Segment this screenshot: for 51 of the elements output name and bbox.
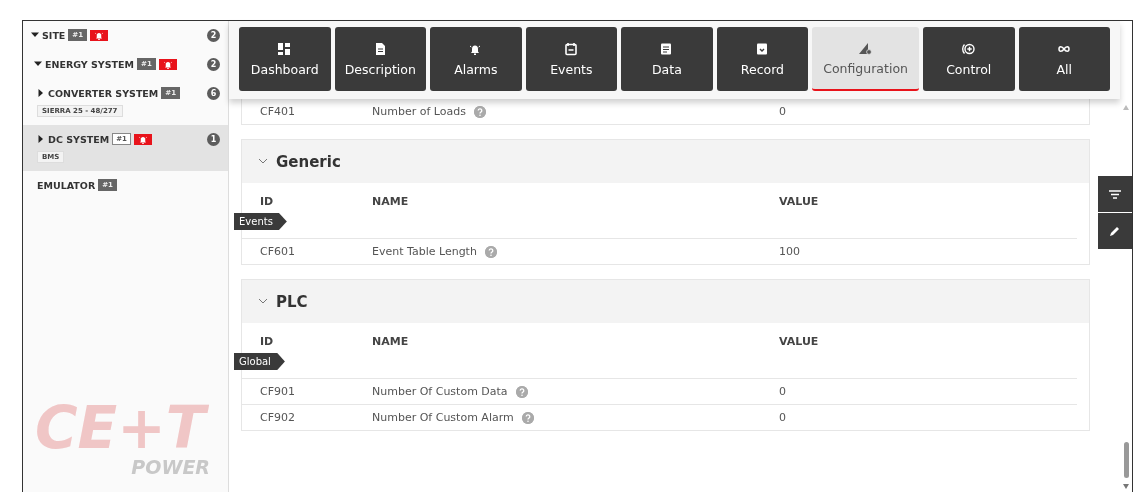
tree-label: EMULATOR bbox=[37, 179, 96, 191]
calendar-icon bbox=[563, 41, 579, 56]
tree-label: CONVERTER SYSTEM bbox=[48, 87, 159, 99]
name-cell: Event Table Length bbox=[372, 245, 477, 258]
group-label: Events bbox=[234, 213, 287, 230]
column-header: VALUE bbox=[779, 195, 820, 210]
name-cell: Number of Loads bbox=[372, 105, 466, 118]
value-cell-text: 100 bbox=[779, 245, 801, 258]
tab[interactable]: Data bbox=[621, 27, 713, 91]
group-label: Global bbox=[234, 353, 285, 370]
value-cell-text: 0 bbox=[779, 411, 787, 424]
edit-button[interactable] bbox=[1098, 213, 1132, 249]
tree-label: ENERGY SYSTEM bbox=[45, 58, 134, 70]
pencil-icon bbox=[1108, 224, 1122, 238]
count-badge: 1 bbox=[207, 133, 220, 146]
scroll-down-icon[interactable] bbox=[1123, 484, 1129, 489]
tab[interactable]: Alarms bbox=[430, 27, 522, 91]
count-badge: 6 bbox=[207, 87, 220, 100]
tab[interactable]: Dashboard bbox=[239, 27, 331, 91]
tab[interactable]: Description bbox=[334, 27, 427, 91]
help-icon bbox=[473, 105, 486, 118]
name-cell: Number Of Custom Alarm bbox=[372, 411, 514, 424]
name-cell: Number Of Custom Data bbox=[372, 385, 508, 398]
count-badge: 2 bbox=[207, 58, 220, 71]
section-header[interactable]: PLC bbox=[242, 280, 1089, 323]
id-cell-text: CF901 bbox=[260, 385, 296, 398]
dashboard-icon bbox=[277, 41, 293, 56]
id-cell-text: CF902 bbox=[260, 411, 296, 424]
tree-label: SITE bbox=[42, 29, 66, 41]
id-cell-text: CF601 bbox=[260, 245, 296, 258]
filter-button[interactable] bbox=[1098, 176, 1132, 212]
tree-label: DC SYSTEM bbox=[48, 133, 110, 145]
help-icon bbox=[484, 245, 497, 258]
tab[interactable]: Record bbox=[716, 27, 809, 91]
column-header: NAME bbox=[372, 335, 410, 350]
column-header: NAME bbox=[372, 195, 410, 210]
filter-icon bbox=[1108, 188, 1122, 200]
value-cell-text: 0 bbox=[779, 105, 787, 118]
archive-icon bbox=[754, 41, 770, 56]
value-cell-text: 0 bbox=[779, 385, 787, 398]
help-icon bbox=[521, 411, 534, 424]
column-header: VALUE bbox=[779, 335, 820, 350]
tab[interactable]: Configuration bbox=[812, 27, 919, 91]
section-header[interactable]: Generic bbox=[242, 140, 1089, 183]
plus-circle-icon bbox=[961, 41, 977, 56]
id-cell-text: CF401 bbox=[260, 105, 296, 118]
help-icon bbox=[515, 385, 528, 398]
count-badge: 2 bbox=[207, 29, 220, 42]
tab[interactable]: Control bbox=[922, 27, 1015, 91]
tab[interactable]: Events bbox=[525, 27, 618, 91]
tab[interactable]: All bbox=[1018, 27, 1111, 91]
